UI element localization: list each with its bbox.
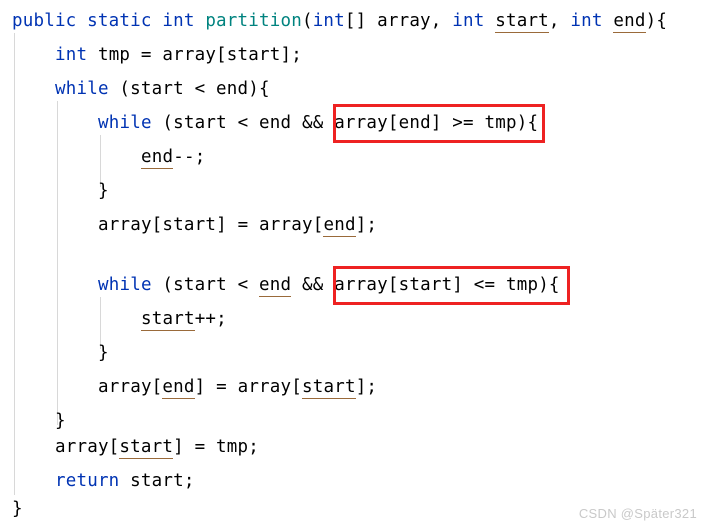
code-line[interactable]: int tmp = array[start]; xyxy=(12,38,302,72)
keyword-token: int xyxy=(312,11,345,31)
plain-token: array[ xyxy=(55,437,120,457)
highlight-condition-end xyxy=(333,104,545,143)
plain-token: ] = array[ xyxy=(194,377,302,397)
keyword-token: int xyxy=(452,11,485,31)
code-line[interactable]: array[start] = array[end]; xyxy=(12,208,377,242)
code-line[interactable]: end--; xyxy=(12,140,205,174)
keyword-token: return xyxy=(55,471,120,491)
plain-token: --; xyxy=(173,147,206,167)
plain-token: } xyxy=(55,411,66,431)
keyword-token: int xyxy=(55,45,88,65)
code-line[interactable]: while (start < end){ xyxy=(12,72,270,106)
keyword-token: while xyxy=(55,79,109,99)
keyword-token: static xyxy=(87,11,152,31)
code-line[interactable]: start++; xyxy=(12,302,227,336)
code-line[interactable]: } xyxy=(12,174,109,208)
parameter-token: end xyxy=(259,275,292,297)
plain-token: } xyxy=(12,499,23,519)
keyword-token: while xyxy=(98,113,152,133)
plain-token: (start < end){ xyxy=(108,79,270,99)
parameter-token: start xyxy=(495,11,549,33)
csdn-watermark: CSDN @Später321 xyxy=(578,506,697,521)
code-line[interactable]: } xyxy=(12,492,23,526)
keyword-token: public xyxy=(12,11,77,31)
keyword-token: int xyxy=(570,11,603,31)
highlight-condition-start xyxy=(333,266,570,305)
parameter-token: start xyxy=(302,377,356,399)
plain-token: } xyxy=(98,343,109,363)
code-line[interactable]: array[start] = tmp; xyxy=(12,430,259,464)
code-screenshot: public static int partition(int[] array,… xyxy=(0,0,709,527)
plain-token: } xyxy=(98,181,109,201)
code-editor-content[interactable]: public static int partition(int[] array,… xyxy=(0,0,709,527)
parameter-token: end xyxy=(162,377,195,399)
parameter-token: start xyxy=(141,309,195,331)
plain-token: tmp = array[start]; xyxy=(87,45,302,65)
keyword-token: int xyxy=(162,11,195,31)
plain-token: [] array, xyxy=(344,11,453,31)
code-line[interactable]: public static int partition(int[] array,… xyxy=(12,4,667,38)
parameter-token: end xyxy=(323,215,356,237)
parameter-token: end xyxy=(613,11,646,33)
parameter-token: start xyxy=(119,437,174,459)
plain-token: (start < xyxy=(151,275,260,295)
code-line[interactable]: return start; xyxy=(12,464,195,498)
plain-token: start; xyxy=(119,471,195,491)
plain-token: ++; xyxy=(194,309,227,329)
plain-token: ] = tmp; xyxy=(173,437,259,457)
keyword-token: while xyxy=(98,275,152,295)
plain-token: array[start] = array[ xyxy=(98,215,324,235)
plain-token: ]; xyxy=(355,215,378,235)
plain-token: array[ xyxy=(98,377,163,397)
plain-token: ]; xyxy=(355,377,378,397)
plain-token: ( xyxy=(301,11,313,31)
code-line[interactable]: array[end] = array[start]; xyxy=(12,370,377,404)
parameter-token: end xyxy=(141,147,174,169)
plain-token: , xyxy=(548,11,571,31)
method-name-token: partition xyxy=(205,11,302,31)
code-line[interactable]: } xyxy=(12,336,109,370)
plain-token: ){ xyxy=(645,11,668,31)
